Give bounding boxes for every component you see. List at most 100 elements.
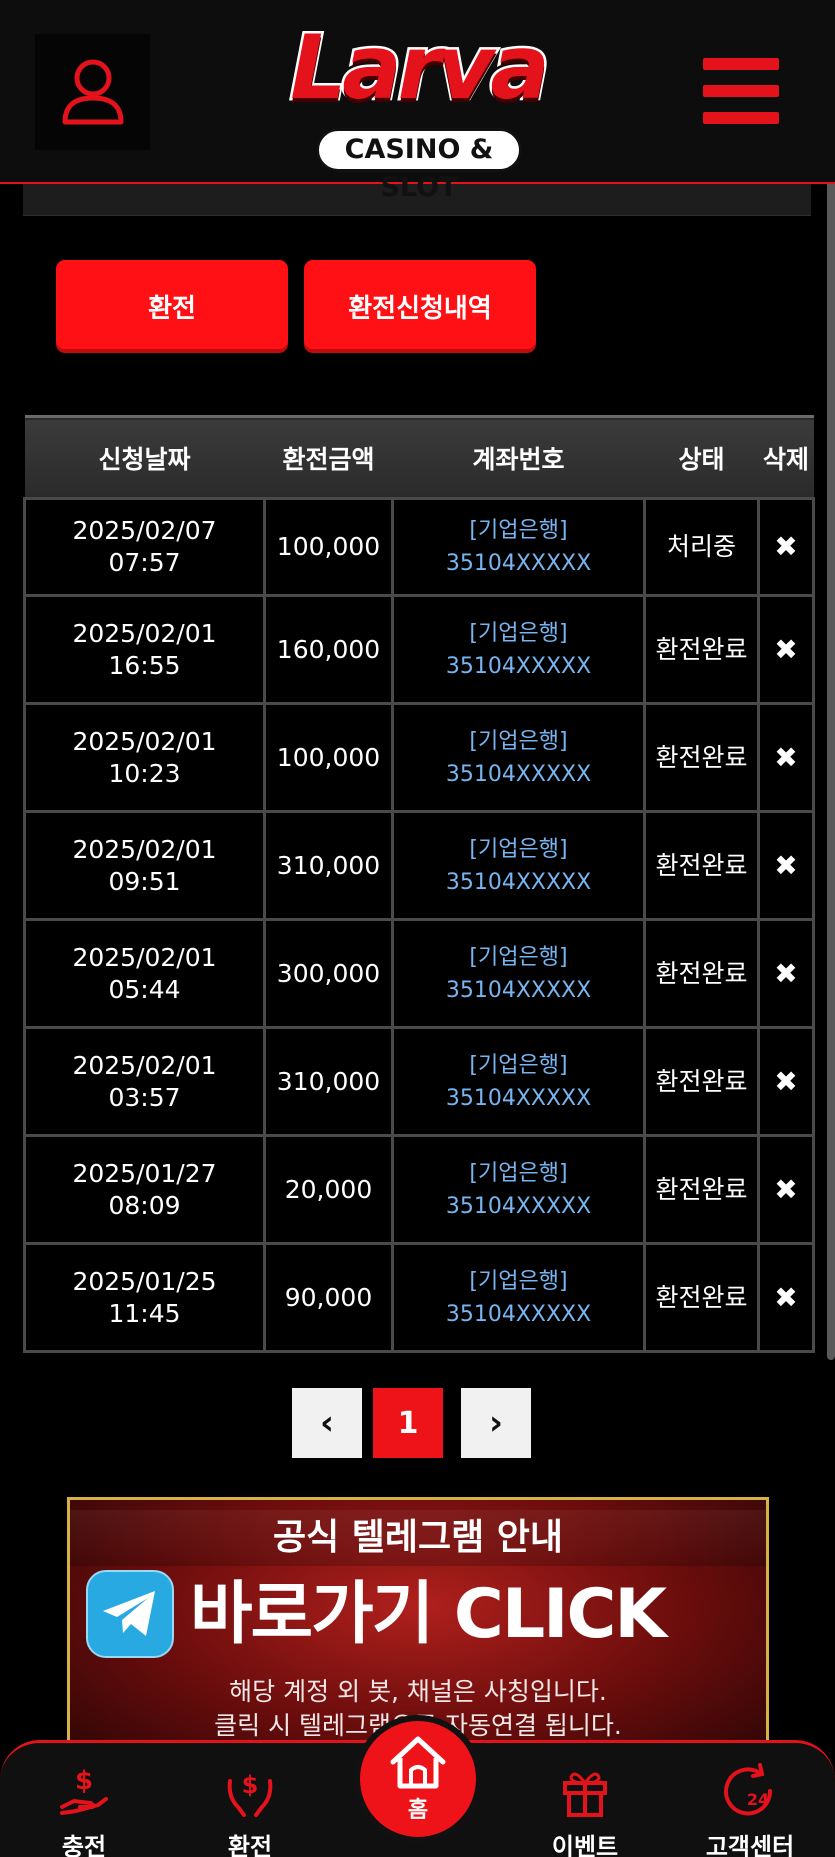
table-row: 2025/02/01 03:57 310,000 [기업은행] 35104XXXXX… [23,1026,815,1137]
time-value: 11:45 [108,1298,181,1328]
nav-home-label: 홈 [407,1798,429,1823]
amount-cell: 300,000 [263,918,394,1029]
table-row: 2025/02/07 07:57 100,000 [기업은행] 35104XXXXX… [23,497,815,597]
user-icon [62,59,123,125]
nav-event-label: 이벤트 [551,1833,619,1857]
user-button[interactable] [35,34,150,150]
column-header-status: 상태 [678,444,725,474]
status-cell: 환전완료 [643,1026,760,1137]
delete-button[interactable]: ✖ [757,702,815,813]
menu-button[interactable] [703,58,779,124]
date-value: 2025/02/01 [72,942,217,972]
nav-support-label: 고객센터 [705,1833,795,1857]
table-row: 2025/01/27 08:09 20,000 [기업은행] 35104XXXXX … [23,1134,815,1245]
date-cell: 2025/01/25 11:45 [23,1242,266,1353]
bank-name: [기업은행] [469,1160,568,1186]
account-cell: [기업은행] 35104XXXXX [391,1134,646,1245]
date-value: 2025/02/01 [72,726,217,756]
delete-button[interactable]: ✖ [757,918,815,1029]
nav-exchange-label: 환전 [227,1833,273,1857]
account-number: 35104XXXXX [445,1085,592,1111]
bank-name: [기업은행] [469,1052,568,1078]
svg-text:$: $ [242,1771,259,1799]
time-value: 10:23 [108,758,181,788]
page-1-button[interactable]: 1 [373,1388,443,1458]
status-cell: 환전완료 [643,702,760,813]
nav-support[interactable]: 24 고객센터 [690,1761,810,1857]
account-number: 35104XXXXX [445,977,592,1003]
banner-headline: 바로가기 CLICK [190,1575,667,1654]
hamburger-menu-icon-line [703,85,779,97]
table-header-row: 신청날짜 환전금액 계좌번호 상태 삭제 [24,416,814,499]
logo-wordmark: Larva [288,14,553,122]
scrollbar[interactable] [827,130,835,1360]
date-value: 2025/02/07 [72,516,217,545]
delete-button[interactable]: ✖ [757,594,815,705]
delete-button[interactable]: ✖ [757,1134,815,1245]
table-row: 2025/02/01 09:51 310,000 [기업은행] 35104XXXXX… [23,810,815,921]
banner-notice-line-1: 해당 계정 외 봇, 채널은 사칭입니다. [229,1677,607,1706]
nav-deposit[interactable]: $ 충전 [24,1761,144,1857]
status-cell: 환전완료 [643,1134,760,1245]
delete-button[interactable]: ✖ [757,1026,815,1137]
status-cell: 환전완료 [643,918,760,1029]
time-value: 09:51 [108,866,181,896]
nav-home[interactable]: 홈 [354,1715,482,1843]
nav-event[interactable]: 이벤트 [525,1761,645,1857]
site-logo[interactable]: Larva CASINO & SLOT [288,10,553,204]
date-cell: 2025/02/01 10:23 [23,702,266,813]
amount-cell: 310,000 [263,1026,394,1137]
amount-cell: 20,000 [263,1134,394,1245]
hamburger-menu-icon-line [703,112,779,124]
banner-title: 공식 텔레그램 안내 [70,1510,766,1566]
account-number: 35104XXXXX [445,1193,592,1219]
account-number: 35104XXXXX [445,869,592,895]
date-cell: 2025/01/27 08:09 [23,1134,266,1245]
nav-exchange[interactable]: $ 환전 [190,1761,310,1857]
status-cell: 처리중 [643,497,760,597]
date-cell: 2025/02/07 07:57 [23,497,266,597]
exchange-history-button[interactable]: 환전신청내역 [304,260,536,353]
amount-cell: 310,000 [263,810,394,921]
amount-cell: 160,000 [263,594,394,705]
gift-icon [563,1772,607,1817]
delete-button[interactable]: ✖ [757,1242,815,1353]
table-row: 2025/02/01 10:23 100,000 [기업은행] 35104XXXXX… [23,702,815,813]
bank-name: [기업은행] [469,944,568,970]
time-value: 16:55 [108,650,181,680]
telegram-icon [86,1570,174,1658]
column-header-amount: 환전금액 [282,444,375,474]
exchange-button[interactable]: 환전 [56,260,288,353]
status-cell: 환전완료 [643,594,760,705]
next-page-button[interactable]: › [461,1388,531,1458]
date-value: 2025/01/25 [72,1266,217,1296]
account-cell: [기업은행] 35104XXXXX [391,1026,646,1137]
account-cell: [기업은행] 35104XXXXX [391,702,646,813]
nav-deposit-label: 충전 [61,1833,107,1857]
date-cell: 2025/02/01 03:57 [23,1026,266,1137]
bank-name: [기업은행] [469,620,568,646]
account-number: 35104XXXXX [445,1301,592,1327]
status-cell: 환전완료 [643,1242,760,1353]
column-header-delete: 삭제 [762,444,809,474]
table-row: 2025/02/01 16:55 160,000 [기업은행] 35104XXXXX… [23,594,815,705]
bank-name: [기업은행] [469,836,568,862]
svg-text:$: $ [75,1766,93,1796]
exchange-history-table: 신청날짜 환전금액 계좌번호 상태 삭제 2025/02/07 07:57 100… [23,415,815,1353]
status-cell: 환전완료 [643,810,760,921]
table-row: 2025/01/25 11:45 90,000 [기업은행] 35104XXXXX … [23,1242,815,1353]
account-cell: [기업은행] 35104XXXXX [391,497,646,597]
time-value: 07:57 [108,548,181,577]
delete-button[interactable]: ✖ [757,497,815,597]
delete-button[interactable]: ✖ [757,810,815,921]
account-cell: [기업은행] 35104XXXXX [391,594,646,705]
amount-cell: 100,000 [263,702,394,813]
bank-name: [기업은행] [469,1268,568,1294]
account-cell: [기업은행] 35104XXXXX [391,1242,646,1353]
time-value: 03:57 [108,1082,181,1112]
logo-subtitle: CASINO & SLOT [316,128,522,203]
table-row: 2025/02/01 05:44 300,000 [기업은행] 35104XXXXX… [23,918,815,1029]
date-value: 2025/02/01 [72,834,217,864]
prev-page-button[interactable]: ‹ [292,1388,362,1458]
date-cell: 2025/02/01 05:44 [23,918,266,1029]
